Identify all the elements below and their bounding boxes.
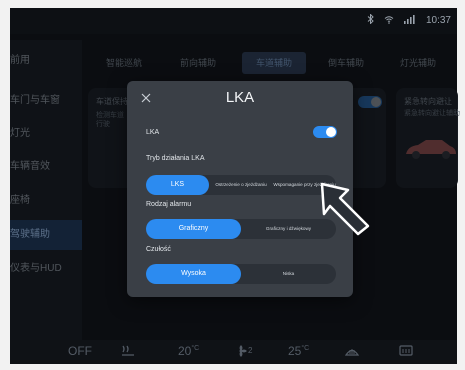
fan-speed-control[interactable]: 2 [234, 344, 252, 361]
mode-option-departure-warning[interactable]: Ostrzeżenie o zjeżdżaniu [209, 175, 273, 195]
fan-icon [239, 345, 247, 357]
temp-left-value[interactable]: 20°C [178, 344, 199, 358]
bezel-right [457, 0, 465, 370]
dialog-title: LKA [225, 89, 255, 106]
infotainment-screen: 10:37 前用 车门与车窗 灯光 车辆音效 座椅 驾驶辅助 仪表与HUD 智能… [0, 0, 465, 370]
sensitivity-option-low[interactable]: Niska [241, 264, 336, 284]
bezel-bottom [0, 364, 465, 370]
temp-right-value[interactable]: 25°C [288, 344, 309, 358]
fan-level: 2 [248, 346, 253, 355]
temp-left-unit: °C [191, 345, 200, 352]
lka-toggle[interactable] [313, 126, 337, 138]
mode-option-lks[interactable]: LKS [146, 175, 209, 195]
temp-left-number: 20 [178, 344, 192, 358]
pointer-arrow-icon [320, 182, 370, 236]
sensitivity-selector: Wysoka Niska [146, 264, 336, 284]
front-defrost-icon[interactable] [344, 344, 360, 361]
status-bar: 10:37 [10, 8, 457, 34]
climate-bar: OFF 20°C 2 25°C [10, 340, 457, 364]
temp-right-unit: °C [301, 345, 310, 352]
wifi-icon [384, 15, 394, 27]
signal-icon [403, 14, 416, 27]
clock-time: 10:37 [425, 15, 451, 26]
bezel-top [0, 0, 465, 8]
lka-label: LKA [146, 129, 160, 136]
sensitivity-option-high[interactable]: Wysoka [146, 264, 241, 284]
sensitivity-label: Czułość [146, 246, 171, 253]
bluetooth-icon [367, 13, 374, 27]
rear-defrost-icon[interactable] [398, 344, 414, 361]
mode-label: Tryb działania LKA [146, 155, 205, 162]
alarm-option-visual[interactable]: Graficzny [146, 219, 241, 239]
mode-selector: LKS Ostrzeżenie o zjeżdżaniu Wspomaganie… [146, 175, 336, 195]
toggle-knob [326, 127, 336, 137]
alarm-label: Rodzaj alarmu [146, 201, 192, 208]
temp-right-number: 25 [288, 344, 302, 358]
bezel-left [0, 0, 10, 370]
status-icons: 10:37 [367, 13, 451, 27]
ac-off-label[interactable]: OFF [68, 344, 92, 358]
alarm-selector: Graficzny Graficzny i dźwiękowy [146, 219, 336, 239]
seat-heat-icon[interactable] [120, 344, 136, 361]
